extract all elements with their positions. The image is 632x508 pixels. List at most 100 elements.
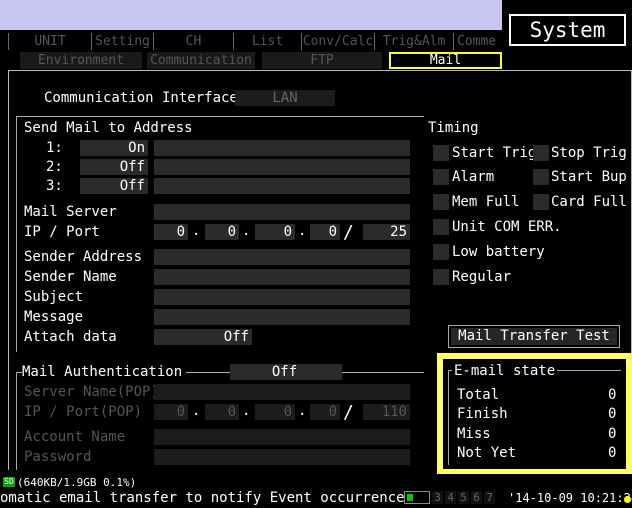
storage-status: (640KB/1.9GB 0.1%) <box>17 476 137 489</box>
sender-address-label: Sender Address <box>24 249 143 265</box>
password-label: Password <box>24 449 92 465</box>
sd-card-icon: SD <box>3 477 15 487</box>
tab-conv-calc[interactable]: Conv/Calc <box>301 33 374 50</box>
finish-value: 0 <box>608 406 617 422</box>
server-name-pop-field[interactable] <box>154 384 410 400</box>
total-label: Total <box>457 387 500 403</box>
sender-name-label: Sender Name <box>24 269 117 285</box>
subtab-environment[interactable]: Environment <box>20 52 142 69</box>
ip-port-slash: / <box>343 222 354 243</box>
alarm-checkbox[interactable] <box>433 169 449 185</box>
email-state-label: E-mail state <box>452 362 558 380</box>
comm-interface-label: Communication Interface <box>44 90 238 106</box>
mail-auth-value[interactable]: Off <box>230 364 342 380</box>
mem-full-checkbox[interactable] <box>433 194 449 210</box>
ip-port-pop-label: IP / Port(POP) <box>24 404 143 420</box>
card-full-checkbox[interactable] <box>533 194 549 210</box>
account-name-field[interactable] <box>154 429 410 445</box>
attach-data-label: Attach data <box>24 329 117 345</box>
message-label: Message <box>24 309 84 325</box>
regular-checkbox[interactable] <box>433 269 449 285</box>
sender-address-field[interactable] <box>154 249 410 265</box>
unit-7-indicator: 7 <box>484 491 495 504</box>
unit-com-err-label: Unit COM ERR. <box>452 219 562 235</box>
system-button[interactable]: System <box>509 14 626 46</box>
pop-ip-dot-3: . <box>298 403 307 419</box>
unit-4-indicator: 4 <box>445 491 456 504</box>
ip-dot-2: . <box>242 223 251 239</box>
tab-ch[interactable]: CH <box>153 33 233 50</box>
stop-trig-label: Stop Trig <box>551 145 627 161</box>
subtab-mail[interactable]: Mail <box>389 52 502 69</box>
tab-trig-alm[interactable]: Trig&Alm <box>374 33 453 50</box>
unit-5-indicator: 5 <box>458 491 469 504</box>
stop-trig-checkbox[interactable] <box>533 145 549 161</box>
address-1-field[interactable] <box>154 140 410 156</box>
low-battery-label: Low battery <box>452 244 545 260</box>
screen: UNIT Setting CH List Conv/Calc Trig&Alm … <box>0 0 632 508</box>
tab-unit[interactable]: UNIT <box>8 33 91 50</box>
unit-3-indicator: 3 <box>432 491 443 504</box>
address-3-state[interactable]: Off <box>80 178 148 194</box>
pop-ip-dot-2: . <box>242 403 251 419</box>
ip-dot-3: . <box>298 223 307 239</box>
not-yet-value: 0 <box>608 445 617 461</box>
ip-port-label: IP / Port <box>24 224 100 240</box>
mail-transfer-test-frame: Mail Transfer Test <box>448 325 620 348</box>
not-yet-label: Not Yet <box>457 445 517 461</box>
total-value: 0 <box>608 387 617 403</box>
mail-auth-label: Mail Authentication <box>22 363 187 381</box>
ip-octet-1[interactable]: 0 <box>154 224 188 240</box>
network-icon <box>404 491 430 504</box>
start-bup-checkbox[interactable] <box>533 169 549 185</box>
unit-com-err-checkbox[interactable] <box>433 219 449 235</box>
pop-ip-octet-1[interactable]: 0 <box>154 404 188 420</box>
activity-indicator-icon <box>624 496 631 503</box>
start-trig-checkbox[interactable] <box>433 145 449 161</box>
pop-ip-octet-4[interactable]: 0 <box>310 404 340 420</box>
ip-octet-2[interactable]: 0 <box>205 224 239 240</box>
send-mail-label: Send Mail to Address <box>24 120 193 136</box>
comm-interface-value[interactable]: LAN <box>235 90 335 106</box>
tab-comment[interactable]: Comme <box>453 33 505 50</box>
sender-name-field[interactable] <box>154 269 410 285</box>
subtab-communication[interactable]: Communication <box>147 52 255 69</box>
address-1-num: 1: <box>46 140 63 156</box>
address-2-state[interactable]: Off <box>80 159 148 175</box>
mail-server-label: Mail Server <box>24 204 117 220</box>
address-3-field[interactable] <box>154 178 410 194</box>
mail-server-field[interactable] <box>154 204 410 220</box>
subject-label: Subject <box>24 289 84 305</box>
attach-data-value[interactable]: Off <box>154 329 252 345</box>
port-field[interactable]: 25 <box>363 224 410 240</box>
ip-octet-4[interactable]: 0 <box>310 224 340 240</box>
message-field[interactable] <box>154 309 410 325</box>
low-battery-checkbox[interactable] <box>433 244 449 260</box>
card-full-label: Card Full <box>551 194 627 210</box>
pop-ip-octet-3[interactable]: 0 <box>255 404 295 420</box>
status-message: omatic email transfer to notify Event oc… <box>0 490 414 506</box>
tab-list[interactable]: List <box>233 33 301 50</box>
status-bar: SD (640KB/1.9GB 0.1%) omatic email trans… <box>0 474 632 508</box>
password-field[interactable] <box>154 449 410 465</box>
start-bup-label: Start Bup <box>551 169 627 185</box>
pop-ip-octet-2[interactable]: 0 <box>205 404 239 420</box>
alarm-label: Alarm <box>452 169 495 185</box>
subtab-ftp[interactable]: FTP <box>262 52 382 69</box>
pop-ip-dot-1: . <box>192 403 201 419</box>
server-name-pop-label: Server Name(POP) <box>24 384 159 400</box>
datetime-display: '14-10-09 10:21:28 <box>508 491 632 505</box>
pop-ip-port-slash: / <box>343 402 354 423</box>
miss-label: Miss <box>457 426 491 442</box>
ip-octet-3[interactable]: 0 <box>255 224 295 240</box>
address-1-state[interactable]: On <box>80 140 148 156</box>
subject-field[interactable] <box>154 289 410 305</box>
mem-full-label: Mem Full <box>452 194 520 210</box>
account-name-label: Account Name <box>24 429 126 445</box>
pop-port-field[interactable]: 110 <box>363 404 410 420</box>
mail-transfer-test-button[interactable]: Mail Transfer Test <box>451 328 617 345</box>
address-2-field[interactable] <box>154 159 410 175</box>
tab-setting[interactable]: Setting <box>91 33 153 50</box>
ip-dot-1: . <box>192 223 201 239</box>
timing-label: Timing <box>428 120 479 136</box>
